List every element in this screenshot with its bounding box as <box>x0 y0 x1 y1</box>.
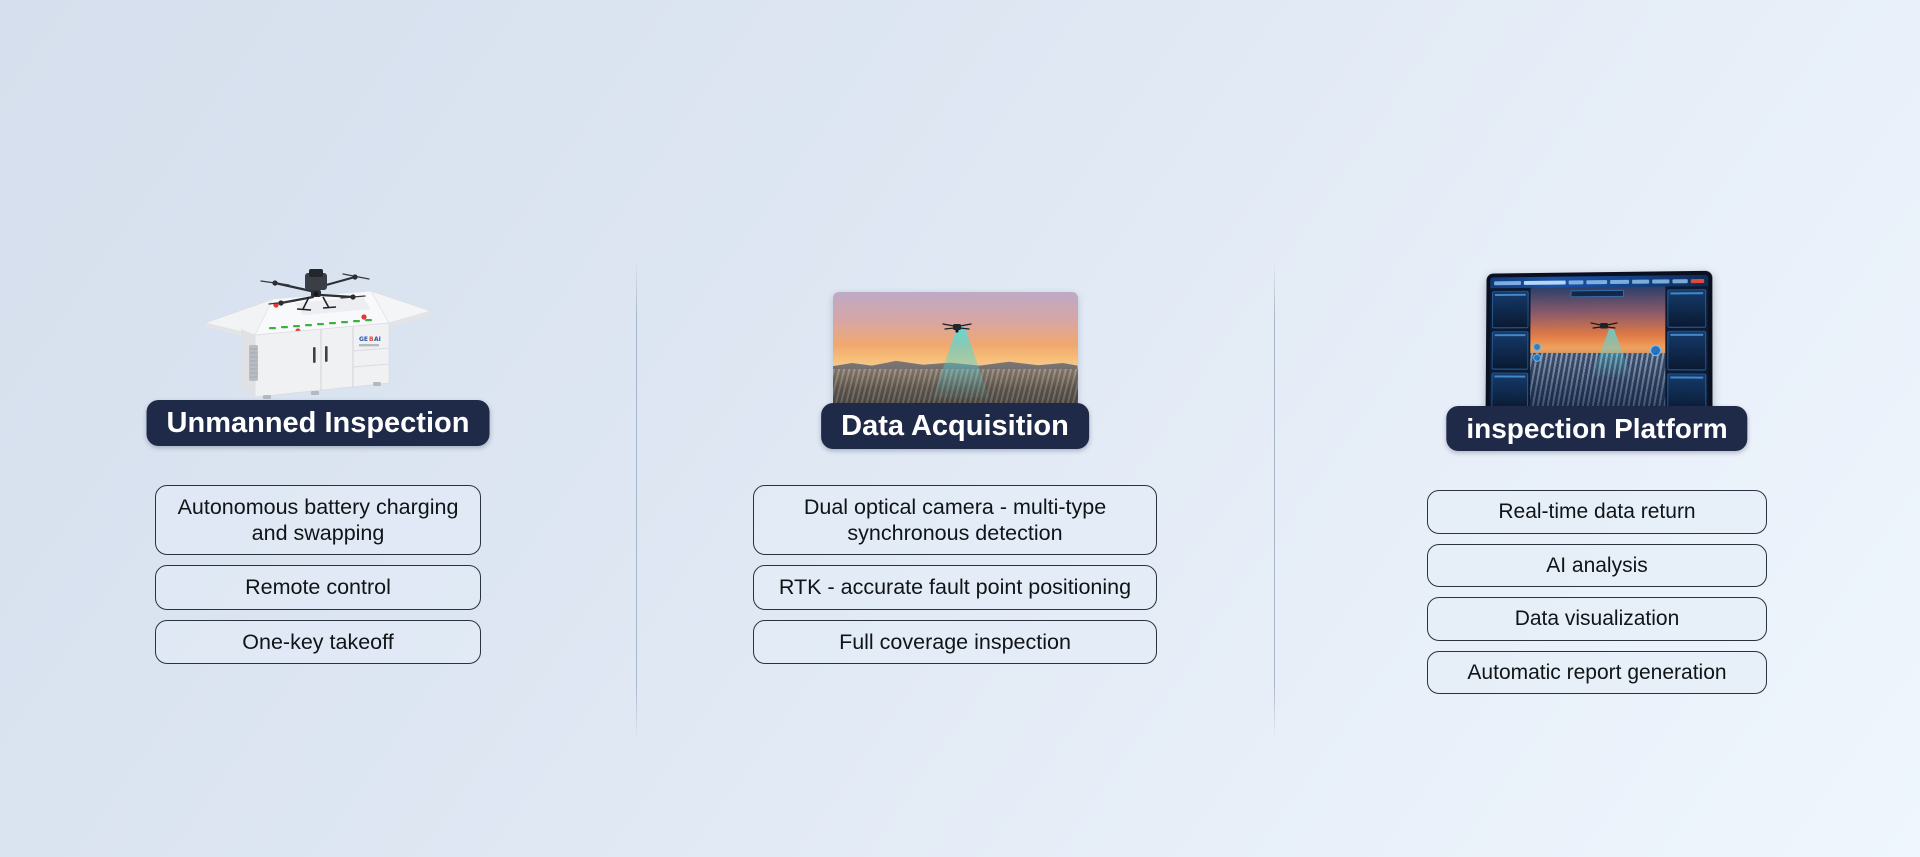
drone-solar-farm-sunset-photo <box>832 292 1078 412</box>
feature-item[interactable]: Full coverage inspection <box>753 619 1157 664</box>
workflow-infographic: GE B AI Unmanned Inspection Autonomous b… <box>0 0 1920 857</box>
panel-camera <box>1667 289 1707 329</box>
dashboard-right-panel <box>1665 286 1709 416</box>
panel-battery <box>1491 331 1529 370</box>
column-data-acquisition: Data Acquisition Dual optical camera - m… <box>636 0 1274 857</box>
drone-icon <box>942 323 972 333</box>
card-title-unmanned-inspection: Unmanned Inspection <box>146 400 490 446</box>
card-title-inspection-platform: inspection Platform <box>1446 406 1748 451</box>
column-unmanned-inspection: GE B AI Unmanned Inspection Autonomous b… <box>0 0 636 857</box>
panel-telemetry <box>1491 372 1529 411</box>
column-inspection-platform: inspection Platform Real-time data retur… <box>1274 0 1920 857</box>
feature-item[interactable]: Data visualization <box>1427 597 1767 641</box>
media-inspection-platform <box>1274 258 1920 420</box>
feature-item[interactable]: AI analysis <box>1427 543 1767 588</box>
media-data-acquisition <box>636 262 1274 412</box>
panel-gimbal <box>1667 331 1707 371</box>
feature-list-unmanned-inspection: Autonomous battery charging and swapping… <box>155 485 481 664</box>
feature-item[interactable]: Real-time data return <box>1427 490 1767 534</box>
drone-dock-station-image: GE B AI <box>203 265 433 405</box>
feature-item[interactable]: One-key takeoff <box>155 619 481 664</box>
svg-text:AI: AI <box>374 336 381 343</box>
drone-icon <box>1589 320 1619 331</box>
feature-item[interactable]: Autonomous battery charging and swapping <box>155 485 481 556</box>
dashboard-live-view <box>1529 286 1666 415</box>
feature-item[interactable]: RTK - accurate fault point positioning <box>753 565 1157 610</box>
live-view-label <box>1570 289 1625 298</box>
feature-list-inspection-platform: Real-time data return AI analysis Data v… <box>1427 490 1767 695</box>
dashboard-left-panel <box>1489 287 1531 414</box>
dashboard-body <box>1489 286 1709 416</box>
tablet-dashboard-image <box>1485 270 1713 420</box>
panel-status <box>1491 290 1529 329</box>
card-title-data-acquisition: Data Acquisition <box>821 403 1089 449</box>
svg-text:GE: GE <box>359 336 368 343</box>
feature-item[interactable]: Remote control <box>155 565 481 610</box>
map-markers <box>1533 342 1541 362</box>
feature-item[interactable]: Automatic report generation <box>1427 650 1767 695</box>
feature-item[interactable]: Dual optical camera - multi-type synchro… <box>753 485 1157 556</box>
media-unmanned-inspection: GE B AI <box>0 255 636 405</box>
feature-list-data-acquisition: Dual optical camera - multi-type synchro… <box>753 485 1157 664</box>
